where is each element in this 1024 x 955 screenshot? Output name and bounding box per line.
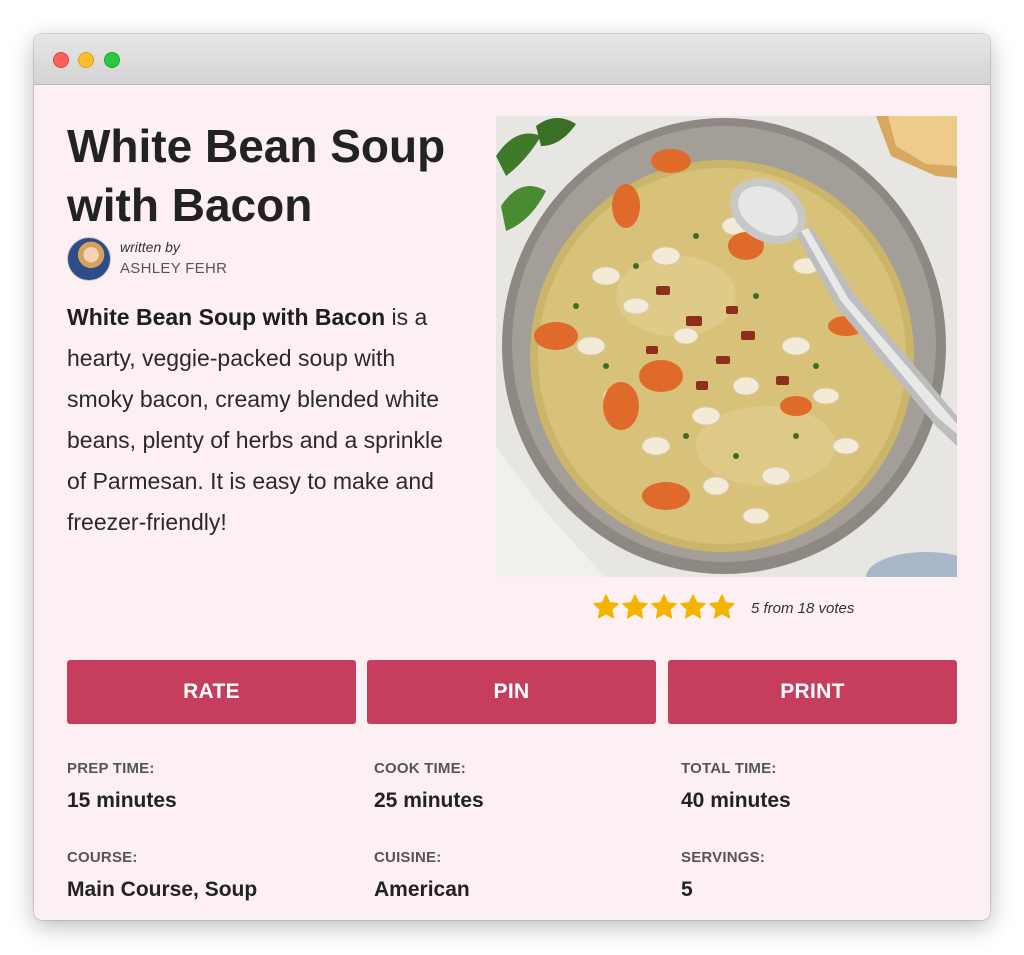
author-avatar xyxy=(67,237,111,281)
minimize-window-button[interactable] xyxy=(78,52,94,68)
cuisine-label: CUISINE: xyxy=(374,849,442,866)
title-bar xyxy=(34,34,990,85)
recipe-description: White Bean Soup with Bacon is a hearty, … xyxy=(67,297,467,543)
rate-button[interactable]: RATE xyxy=(67,660,356,724)
description-highlight: White Bean Soup with Bacon xyxy=(67,304,386,330)
star-icon[interactable] xyxy=(679,593,707,621)
rating-summary: 5 from 18 votes xyxy=(751,600,855,617)
description-text: is a hearty, veggie-packed soup with smo… xyxy=(67,304,443,535)
print-button[interactable]: PRINT xyxy=(668,660,957,724)
servings-label: SERVINGS: xyxy=(681,849,766,866)
browser-window: White Bean Soup with Bacon written by AS… xyxy=(34,34,990,920)
star-icon[interactable] xyxy=(650,593,678,621)
cuisine-value: American xyxy=(374,878,470,901)
close-window-button[interactable] xyxy=(53,52,69,68)
prep-time-label: PREP TIME: xyxy=(67,760,155,777)
written-by-label: written by xyxy=(120,239,180,255)
star-icon[interactable] xyxy=(708,593,736,621)
pin-button[interactable]: PIN xyxy=(367,660,656,724)
recipe-card: White Bean Soup with Bacon written by AS… xyxy=(34,85,990,920)
rating-stars[interactable] xyxy=(592,593,737,621)
prep-time-value: 15 minutes xyxy=(67,789,177,812)
star-icon[interactable] xyxy=(592,593,620,621)
cook-time-value: 25 minutes xyxy=(374,789,484,812)
total-time-label: TOTAL TIME: xyxy=(681,760,777,777)
soup-bowl-illustration xyxy=(496,116,957,577)
soup-bowl-photo xyxy=(496,116,957,577)
cook-time-label: COOK TIME: xyxy=(374,760,466,777)
recipe-title: White Bean Soup with Bacon xyxy=(67,120,446,231)
total-time-value: 40 minutes xyxy=(681,789,791,812)
course-label: COURSE: xyxy=(67,849,138,866)
servings-value: 5 xyxy=(681,878,693,901)
course-value: Main Course, Soup xyxy=(67,878,258,901)
maximize-window-button[interactable] xyxy=(104,52,120,68)
star-icon[interactable] xyxy=(621,593,649,621)
author-name[interactable]: ASHLEY FEHR xyxy=(120,260,227,277)
